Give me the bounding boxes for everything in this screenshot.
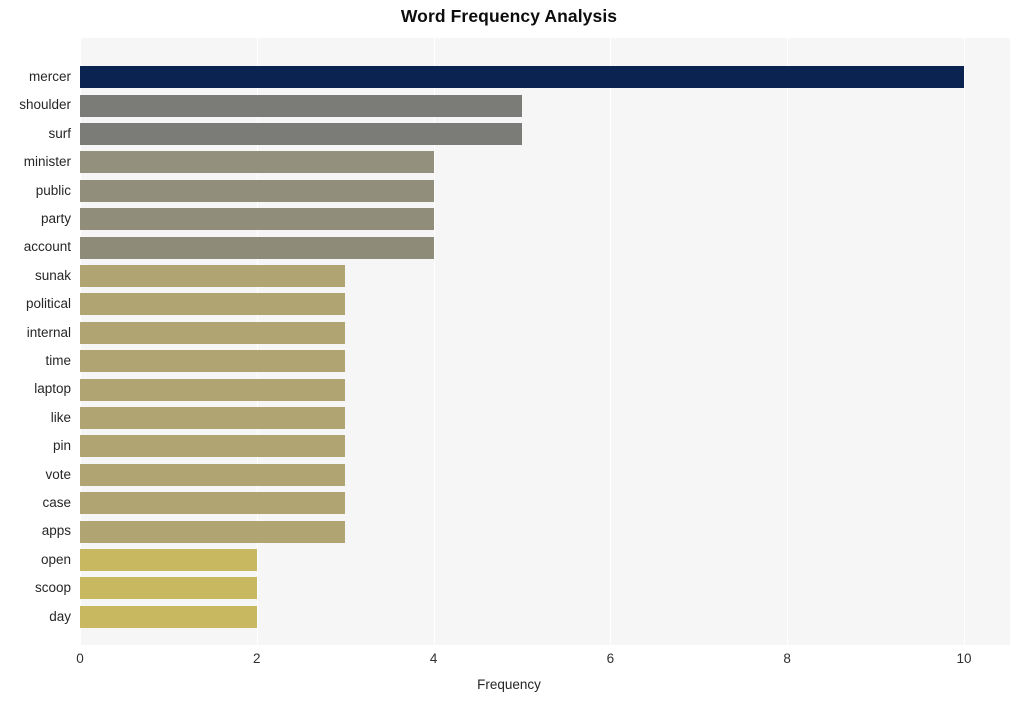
y-tick-label-party: party (40, 211, 71, 226)
y-tick-label-like: like (50, 409, 71, 425)
y-tick-label-account: account (23, 239, 71, 255)
y-tick-label-minister: minister (23, 154, 71, 170)
y-tick-label-political: political (25, 296, 71, 312)
y-tick-label-day: day (49, 608, 71, 624)
y-tick-label-pin: pin (52, 438, 71, 454)
y-axis-tick-labels: mercer shoulder surf minister public party acc… (0, 38, 1018, 645)
y-tick-label-open: open (40, 551, 71, 567)
x-tick-label-2: 2 (253, 651, 261, 666)
x-tick-label-6: 6 (606, 651, 615, 666)
y-tick-label-public: public (35, 182, 71, 198)
y-tick-label-mercer: mercer (28, 69, 71, 84)
y-tick-label-laptop: laptop (34, 381, 71, 397)
x-tick-label-0: 0 (76, 651, 84, 666)
x-tick-label-8: 8 (783, 651, 791, 666)
chart-title: Word Frequency Analysis (400, 6, 618, 26)
x-axis-label: Frequency (477, 677, 541, 692)
y-tick-label-vote: vote (45, 466, 71, 482)
y-tick-label-surf: surf (48, 125, 71, 141)
x-tick-label-4: 4 (429, 651, 438, 666)
y-tick-label-sunak: sunak (34, 267, 71, 283)
word-frequency-bar-chart: Word Frequency Analysis mercer shoulder su… (0, 0, 1018, 701)
y-tick-label-scoop: scoop (34, 580, 71, 596)
y-tick-label-apps: apps (41, 523, 71, 539)
x-axis: 0 2 4 6 8 10 Frequency (0, 645, 1018, 701)
x-tick-label-10: 10 (956, 651, 972, 666)
y-tick-label-internal: internal (26, 324, 71, 340)
y-tick-label-case: case (42, 495, 71, 510)
y-tick-label-time: time (45, 353, 71, 368)
y-tick-label-shoulder: shoulder (19, 97, 71, 113)
